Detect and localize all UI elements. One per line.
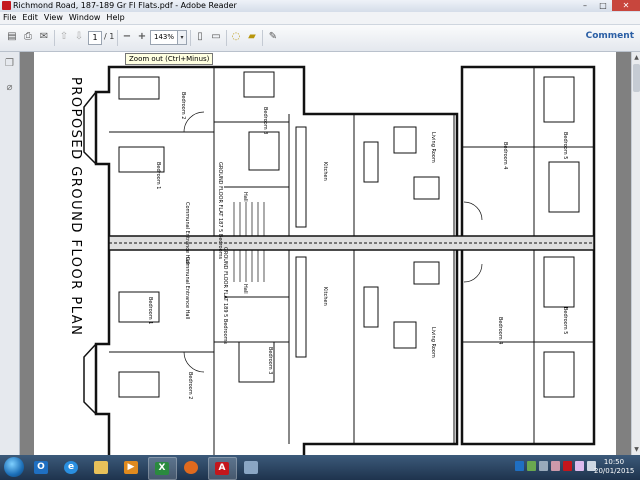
comment-pane-button[interactable]: Comment <box>586 31 634 41</box>
window-controls: – □ ✕ <box>576 0 640 11</box>
room-label: Bedroom 4 <box>502 142 508 169</box>
taskbar-paint[interactable] <box>238 457 265 478</box>
hall-label: Communal Entrance Hall <box>184 257 190 319</box>
room-label: Bedroom 5 <box>562 307 568 334</box>
media-player-icon: ▶ <box>124 461 138 474</box>
flat-label: GROUND FLOOR FLAT 189 5 Bedrooms <box>222 247 228 345</box>
start-button[interactable] <box>4 457 24 477</box>
highlight-icon[interactable]: ▰ <box>245 30 259 44</box>
fit-width-icon[interactable]: ▭ <box>209 30 223 44</box>
room-label: Kitchen <box>322 162 328 181</box>
security-tray-icon[interactable] <box>551 461 560 471</box>
room-label: Living Room <box>430 327 436 358</box>
taskbar-adobe-reader[interactable]: A <box>208 457 237 480</box>
create-pdf-icon[interactable]: ▤ <box>5 30 19 44</box>
room-label: Bedroom 2 <box>180 92 186 119</box>
excel-icon: X <box>155 462 169 475</box>
hall-label: Hall <box>242 192 248 202</box>
outlook-tray-icon[interactable] <box>515 461 524 471</box>
system-tray <box>515 461 596 473</box>
folder-icon <box>94 461 108 474</box>
antivirus-tray-icon[interactable] <box>563 461 572 471</box>
menu-edit[interactable]: Edit <box>19 12 41 24</box>
room-label: Bedroom 4 <box>497 317 503 344</box>
navigation-pane: ❐ ⌀ <box>0 52 20 455</box>
menu-bar: File Edit View Window Help <box>0 12 640 25</box>
floor-plan-drawing: PROPOSED GROUND FLOOR PLAN Bedroom 2 Bed… <box>68 65 596 455</box>
zoom-level-input[interactable]: 143% <box>150 30 178 45</box>
hall-label: Hall <box>242 284 248 294</box>
pdf-page: PROPOSED GROUND FLOOR PLAN Bedroom 2 Bed… <box>34 52 616 455</box>
menu-help[interactable]: Help <box>103 12 127 24</box>
minimize-button[interactable]: – <box>576 0 594 11</box>
taskbar: O e ▶ X A 10:50 20/01/2015 <box>0 455 640 480</box>
flag-tray-icon[interactable] <box>575 461 584 471</box>
firefox-icon <box>184 461 198 474</box>
page-total: / 1 <box>104 32 115 41</box>
room-label: Bedroom 2 <box>187 372 193 399</box>
taskbar-internet-explorer[interactable]: e <box>58 457 85 478</box>
menu-window[interactable]: Window <box>66 12 104 24</box>
taskbar-firefox[interactable] <box>178 457 205 478</box>
room-label: Bedroom 1 <box>147 297 153 324</box>
outlook-icon: O <box>34 461 48 474</box>
taskbar-file-explorer[interactable] <box>88 457 115 478</box>
plan-title: PROPOSED GROUND FLOOR PLAN <box>68 77 83 336</box>
room-label: Bedroom 3 <box>262 107 268 134</box>
flat-label: GROUND FLOOR FLAT 187 5 Bedrooms <box>217 162 223 260</box>
taskbar-media-player[interactable]: ▶ <box>118 457 145 478</box>
sign-icon[interactable]: ✎ <box>266 30 280 44</box>
zoom-out-tooltip: Zoom out (Ctrl+Minus) <box>125 53 214 65</box>
adobe-reader-icon: A <box>215 462 229 475</box>
taskbar-excel[interactable]: X <box>148 457 177 480</box>
hall-label: Communal Entrance Hall <box>184 202 190 264</box>
sticky-note-icon[interactable]: ◌ <box>229 30 243 44</box>
taskbar-clock[interactable]: 10:50 20/01/2015 <box>594 458 634 476</box>
maximize-button[interactable]: □ <box>594 0 612 11</box>
close-button[interactable]: ✕ <box>612 0 640 11</box>
previous-page-icon[interactable]: ⇧ <box>57 30 71 44</box>
email-icon[interactable]: ✉ <box>37 30 51 44</box>
page-thumbnails-icon[interactable]: ❐ <box>4 58 15 70</box>
print-icon[interactable]: ⎙ <box>21 30 35 44</box>
fit-page-icon[interactable]: ▯ <box>193 30 207 44</box>
room-label: Bedroom 1 <box>155 162 161 189</box>
page-number-input[interactable]: 1 <box>88 31 102 45</box>
scroll-up-icon[interactable]: ▲ <box>632 53 640 62</box>
paint-icon <box>244 461 258 474</box>
room-label: Bedroom 5 <box>562 132 568 159</box>
taskbar-outlook[interactable]: O <box>28 457 55 478</box>
scroll-thumb[interactable] <box>633 64 640 92</box>
room-label: Bedroom 3 <box>267 347 273 374</box>
zoom-out-button[interactable]: − <box>120 30 134 44</box>
window-title: Richmond Road, 187-189 Gr Fl Flats.pdf -… <box>13 1 237 10</box>
zoom-dropdown-button[interactable]: ▾ <box>177 30 187 45</box>
document-view[interactable]: PROPOSED GROUND FLOOR PLAN Bedroom 2 Bed… <box>20 52 631 455</box>
adobe-reader-app-icon[interactable] <box>2 1 11 10</box>
room-label: Kitchen <box>322 287 328 306</box>
clock-date: 20/01/2015 <box>594 467 635 475</box>
internet-explorer-icon: e <box>64 461 78 474</box>
update-tray-icon[interactable] <box>527 461 536 471</box>
scroll-down-icon[interactable]: ▼ <box>632 445 640 454</box>
room-label: Living Room <box>430 132 436 163</box>
menu-file[interactable]: File <box>0 12 19 24</box>
network-tray-icon[interactable] <box>539 461 548 471</box>
zoom-in-button[interactable]: + <box>135 30 149 44</box>
menu-view[interactable]: View <box>41 12 66 24</box>
next-page-icon[interactable]: ⇩ <box>72 30 86 44</box>
clock-time: 10:50 <box>603 458 625 466</box>
vertical-scrollbar[interactable]: ▲ ▼ <box>631 52 640 455</box>
attachments-icon[interactable]: ⌀ <box>4 82 15 94</box>
toolbar: ▤ ⎙ ✉ ⇧ ⇩ 1 / 1 − + 143% ▾ ▯ ▭ ◌ ▰ ✎ Com… <box>0 25 640 52</box>
